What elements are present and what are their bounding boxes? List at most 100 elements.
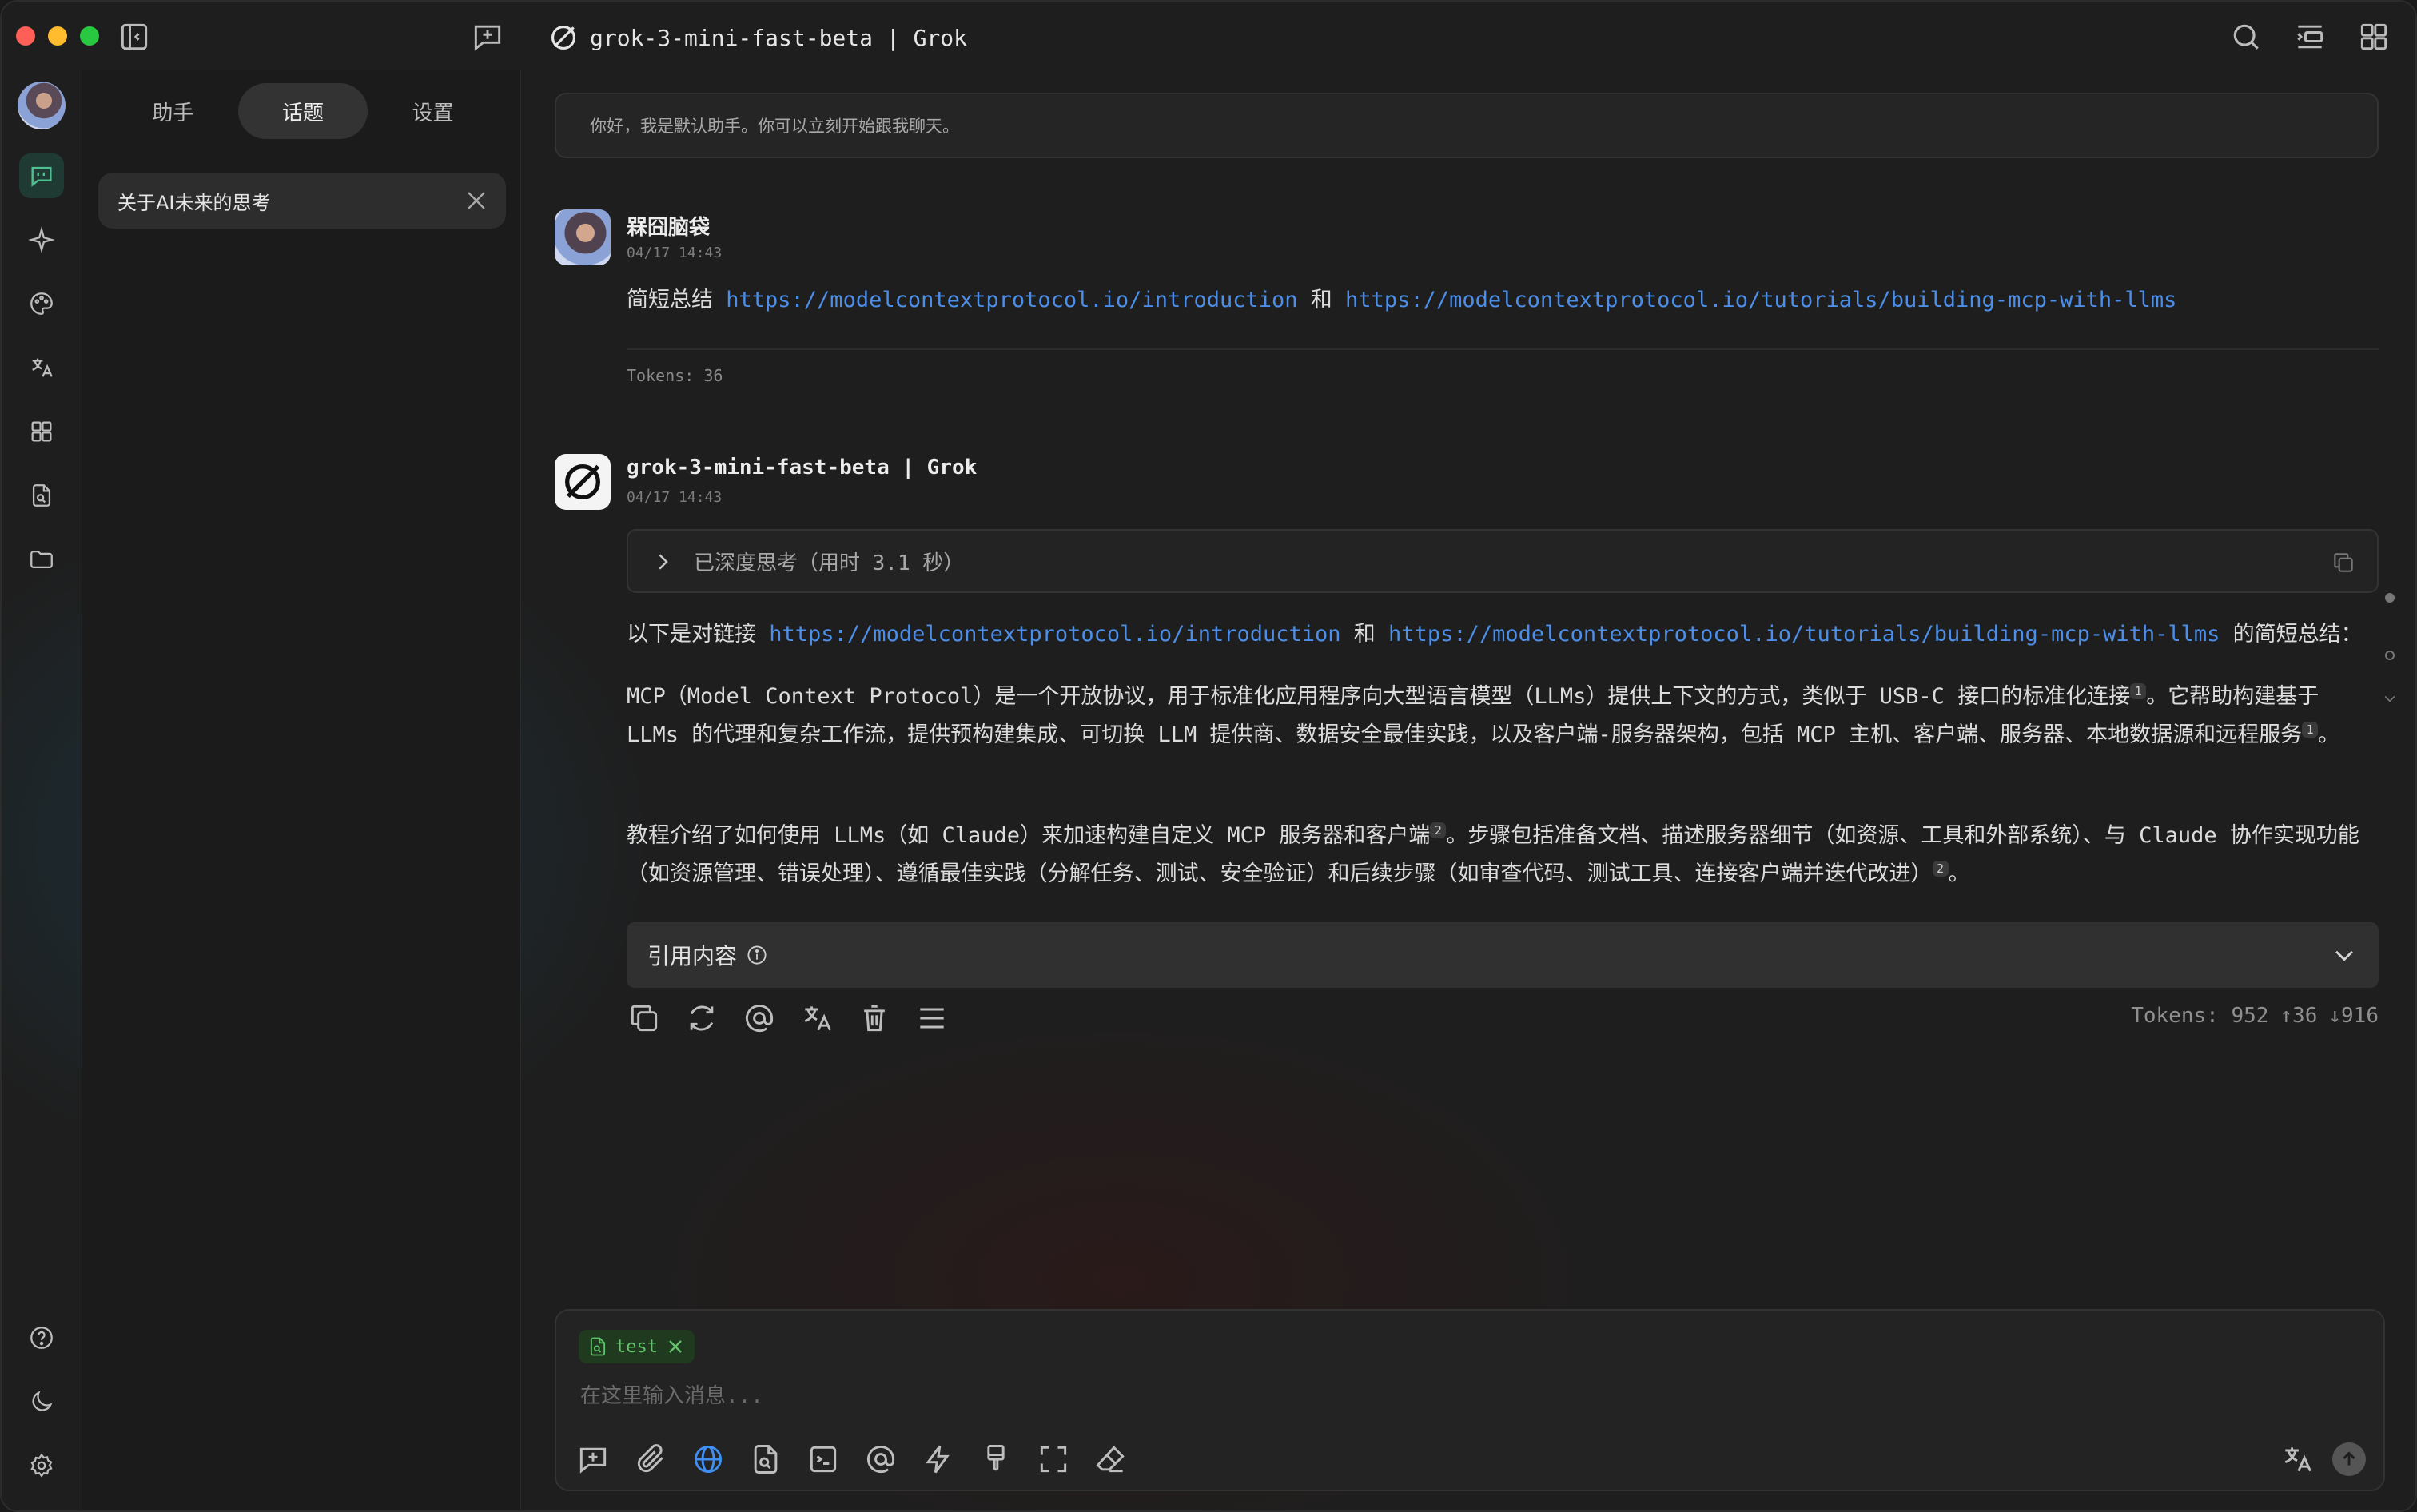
- user-name: 槑囧脑袋: [627, 216, 711, 240]
- tokens-total: Tokens: 952: [2131, 1004, 2269, 1028]
- clear-context-button[interactable]: [978, 1442, 1013, 1477]
- expand-icon: [1040, 1446, 1067, 1473]
- user-avatar[interactable]: [18, 82, 66, 129]
- user-link-tutorial[interactable]: https://modelcontextprotocol.io/tutorial…: [1345, 288, 2176, 312]
- assistant-paragraph-1: MCP（Model Context Protocol）是一个开放协议，用于标准化…: [627, 678, 2379, 754]
- clear-messages-button[interactable]: [1093, 1442, 1129, 1477]
- rail-paint-button[interactable]: [19, 281, 64, 326]
- brush-icon: [987, 1445, 1005, 1471]
- translate-button[interactable]: [799, 1001, 834, 1036]
- file-search-icon: [32, 484, 51, 507]
- at-icon: [866, 1446, 895, 1474]
- topic-item[interactable]: 关于AI未来的思考: [98, 173, 506, 229]
- maximize-window-button[interactable]: [80, 26, 99, 46]
- arrow-up-icon: [2343, 1451, 2355, 1466]
- thinking-label: 已深度思考（用时 3.1 秒）: [694, 551, 965, 575]
- mcp-server-button[interactable]: [806, 1442, 841, 1477]
- regenerate-button[interactable]: [684, 1001, 719, 1036]
- refresh-icon: [690, 1005, 714, 1031]
- composer-right-tools: [2280, 1442, 2366, 1477]
- quick-phrases-button[interactable]: [921, 1442, 956, 1477]
- scroll-anchor-dot[interactable]: [2385, 593, 2395, 603]
- app-window: grok-3-mini-fast-beta | Grok 助手 话题 设置 关于…: [0, 0, 2417, 1512]
- p1-text-c: 。: [2318, 722, 2340, 747]
- lightning-icon: [926, 1445, 950, 1474]
- citation-marker[interactable]: 1: [2302, 722, 2319, 738]
- tab-settings[interactable]: 设置: [368, 83, 498, 139]
- close-icon[interactable]: [463, 187, 490, 214]
- search-icon[interactable]: [2228, 19, 2264, 54]
- apps-grid-icon: [31, 421, 52, 442]
- fullscreen-button[interactable]: [1036, 1442, 1071, 1477]
- thinking-panel[interactable]: 已深度思考（用时 3.1 秒）: [627, 529, 2379, 593]
- assistant-paragraph-2: 教程介绍了如何使用 LLMs（如 Claude）来加速构建自定义 MCP 服务器…: [627, 817, 2379, 893]
- new-topic-button[interactable]: [575, 1442, 611, 1477]
- sidebar-tabs: 助手 话题 设置: [108, 83, 498, 139]
- scroll-anchor-dot[interactable]: [2385, 651, 2395, 660]
- message-composer: test: [555, 1309, 2385, 1491]
- nav-rail: [2, 70, 82, 1510]
- citation-marker[interactable]: 2: [1430, 822, 1447, 838]
- intro-joiner: 和: [1353, 622, 1376, 647]
- send-button[interactable]: [2332, 1442, 2366, 1476]
- knowledge-base-chip[interactable]: test: [579, 1330, 695, 1363]
- rail-apps-button[interactable]: [19, 409, 64, 454]
- p1-text-a: MCP（Model Context Protocol）是一个开放协议，用于标准化…: [627, 684, 2131, 709]
- close-icon[interactable]: [664, 1335, 687, 1358]
- mention-model-button[interactable]: [742, 1001, 777, 1036]
- chevron-right-icon: [659, 554, 668, 570]
- copy-message-button[interactable]: [627, 1001, 662, 1036]
- rail-settings-button[interactable]: [19, 1443, 64, 1488]
- translate-icon: [2284, 1447, 2311, 1472]
- folder-icon: [30, 550, 53, 569]
- new-topic-icon[interactable]: [470, 19, 505, 54]
- rail-help-button[interactable]: [19, 1315, 64, 1360]
- user-link-introduction[interactable]: https://modelcontextprotocol.io/introduc…: [726, 288, 1297, 312]
- grid-icon[interactable]: [2356, 19, 2391, 54]
- user-message-text: 简短总结 https://modelcontextprotocol.io/int…: [627, 281, 2176, 320]
- sidebar-toggle-icon[interactable]: [117, 19, 152, 54]
- rail-theme-button[interactable]: [19, 1379, 64, 1424]
- chevron-down-icon[interactable]: [2382, 690, 2398, 706]
- chip-label: test: [615, 1336, 658, 1357]
- citation-panel[interactable]: 引用内容: [627, 922, 2379, 988]
- chevron-down-icon: [2335, 950, 2353, 961]
- citation-marker[interactable]: 1: [2130, 683, 2147, 699]
- minimize-window-button[interactable]: [48, 26, 67, 46]
- message-input[interactable]: [580, 1376, 2259, 1416]
- new-topic-icon: [579, 1447, 607, 1474]
- tab-topics[interactable]: 话题: [237, 83, 368, 139]
- assistant-token-count: Tokens: 952 ↑36 ↓916: [2131, 1004, 2379, 1028]
- mention-model-button[interactable]: [863, 1442, 898, 1477]
- web-search-button[interactable]: [691, 1442, 726, 1477]
- tokens-output: ↓916: [2328, 1004, 2379, 1028]
- translate-input-button[interactable]: [2280, 1442, 2315, 1477]
- layout-icon[interactable]: [2292, 19, 2327, 54]
- tokens-input: ↑36: [2280, 1004, 2318, 1028]
- chat-area: 你好，我是默认助手。你可以立刻开始跟我聊天。 槑囧脑袋 04/17 14:43 …: [523, 70, 2415, 1510]
- assistant-link-tutorial[interactable]: https://modelcontextprotocol.io/tutorial…: [1388, 622, 2220, 647]
- citation-marker[interactable]: 2: [1932, 861, 1949, 877]
- help-icon: [30, 1327, 53, 1349]
- rail-chat-button[interactable]: [19, 153, 64, 198]
- rail-files-button[interactable]: [19, 537, 64, 582]
- assistant-link-introduction[interactable]: https://modelcontextprotocol.io/introduc…: [769, 622, 1340, 647]
- more-menu-button[interactable]: [914, 1001, 950, 1036]
- tab-assistants[interactable]: 助手: [108, 83, 238, 139]
- rail-translate-button[interactable]: [19, 345, 64, 390]
- file-search-icon: [754, 1445, 778, 1474]
- menu-icon: [920, 1008, 944, 1029]
- at-icon: [745, 1005, 774, 1033]
- copy-icon[interactable]: [2331, 550, 2356, 575]
- rail-knowledge-button[interactable]: [19, 473, 64, 518]
- trash-icon: [864, 1005, 885, 1032]
- globe-icon: [694, 1445, 723, 1474]
- divider: [627, 348, 2379, 350]
- knowledge-base-button[interactable]: [748, 1442, 783, 1477]
- attach-button[interactable]: [633, 1442, 668, 1477]
- delete-button[interactable]: [857, 1001, 892, 1036]
- copy-icon: [631, 1005, 658, 1032]
- rail-agents-button[interactable]: [19, 217, 64, 262]
- close-window-button[interactable]: [16, 26, 35, 46]
- user-token-count: Tokens: 36: [627, 366, 723, 385]
